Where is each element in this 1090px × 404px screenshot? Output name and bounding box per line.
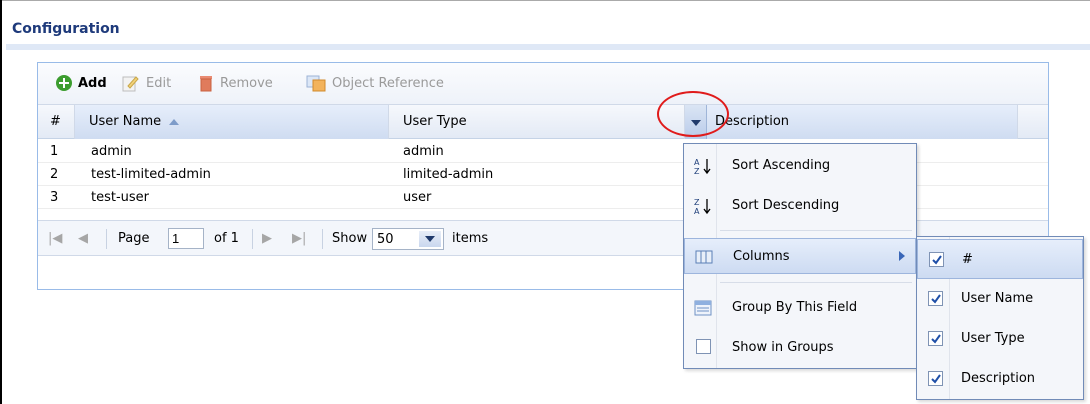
svg-text:Z: Z [694, 167, 700, 175]
user-name-cell: test-limited-admin [91, 167, 211, 182]
checkbox-checked-icon[interactable] [929, 252, 944, 267]
user-type-cell: user [403, 190, 432, 205]
column-header-label: # [50, 114, 61, 129]
column-header-user-name[interactable]: User Name [75, 105, 389, 139]
sort-ascending-icon: A Z [694, 158, 711, 175]
add-icon [56, 75, 72, 91]
trash-icon [200, 76, 212, 92]
edit-icon [122, 76, 139, 92]
grid-toolbar: Add Edit Remove Object Reference [38, 63, 1048, 105]
column-context-menu: A Z Sort Ascending Z A Sort Descending C… [683, 143, 917, 369]
submenu-arrow-icon [899, 251, 905, 261]
menu-item-label: Show in Groups [732, 340, 834, 355]
menu-item-columns[interactable]: Columns [684, 238, 916, 274]
column-header-label: User Type [403, 114, 467, 129]
menu-item-sort-descending[interactable]: Z A Sort Descending [684, 188, 916, 224]
column-menu-trigger-button[interactable] [685, 105, 707, 139]
edit-button[interactable]: Edit [122, 73, 171, 93]
items-per-page-value: 50 [377, 232, 394, 247]
row-number: 3 [50, 190, 59, 205]
column-header-description[interactable]: Description [685, 105, 1018, 139]
next-page-icon[interactable]: ▶ [262, 231, 272, 246]
object-reference-button[interactable]: Object Reference [306, 73, 444, 93]
remove-label: Remove [220, 75, 273, 91]
section-divider [6, 44, 1090, 50]
previous-page-icon[interactable]: ◀ [78, 231, 88, 246]
row-number: 2 [50, 167, 59, 182]
menu-item-label: Sort Ascending [732, 158, 831, 173]
object-reference-label: Object Reference [332, 75, 444, 91]
page-number-input[interactable] [168, 228, 204, 249]
remove-button[interactable]: Remove [198, 73, 273, 93]
menu-item-label: Group By This Field [732, 300, 858, 315]
menu-item-label: Sort Descending [732, 198, 840, 213]
column-header-user-type[interactable]: User Type [389, 105, 685, 139]
columns-icon [695, 250, 713, 264]
svg-text:Z: Z [694, 198, 700, 207]
menu-item-sort-ascending[interactable]: A Z Sort Ascending [684, 148, 916, 184]
checkbox-checked-icon[interactable] [928, 331, 943, 346]
submenu-item-user-name-column[interactable]: User Name [917, 279, 1083, 319]
show-in-groups-checkbox[interactable] [696, 339, 711, 354]
page-label: Page [118, 231, 150, 246]
menu-separator [720, 230, 912, 231]
object-reference-icon [306, 75, 326, 92]
grid-header: # User Name User Type Description [38, 105, 1048, 139]
frame-top-edge [0, 0, 1090, 1]
columns-submenu: # User Name User Type Description [916, 236, 1084, 400]
menu-separator [720, 282, 912, 283]
sort-descending-icon: Z A [694, 198, 711, 215]
submenu-item-label: User Type [961, 331, 1025, 346]
column-header-number[interactable]: # [38, 105, 75, 139]
edit-label: Edit [146, 75, 172, 91]
column-header-label: User Name [89, 114, 162, 129]
user-type-cell: admin [403, 144, 444, 159]
submenu-item-description-column[interactable]: Description [917, 359, 1083, 399]
column-header-label: Description [715, 114, 790, 129]
user-name-cell: test-user [91, 190, 150, 205]
submenu-item-number-column[interactable]: # [917, 239, 1083, 279]
pager-divider [106, 229, 107, 249]
submenu-item-user-type-column[interactable]: User Type [917, 319, 1083, 359]
menu-item-show-in-groups[interactable]: Show in Groups [684, 330, 916, 366]
menu-item-label: Columns [733, 249, 790, 264]
last-page-icon[interactable]: ▶| [292, 231, 306, 246]
row-number: 1 [50, 144, 59, 159]
section-title: Configuration [12, 21, 120, 37]
checkbox-checked-icon[interactable] [928, 291, 943, 306]
pager-divider [252, 229, 253, 249]
add-label: Add [78, 75, 107, 91]
add-button[interactable]: Add [56, 73, 107, 93]
pager-divider [322, 229, 323, 249]
show-label: Show [332, 231, 368, 246]
checkbox-checked-icon[interactable] [928, 371, 943, 386]
group-by-icon [694, 300, 712, 316]
page-count-label: of 1 [214, 231, 239, 246]
user-type-cell: limited-admin [403, 167, 494, 182]
submenu-item-label: User Name [961, 291, 1034, 306]
items-per-page-select[interactable]: 50 [372, 228, 444, 250]
frame-left-edge [0, 0, 2, 404]
chevron-down-icon [419, 231, 441, 247]
submenu-item-label: Description [961, 371, 1036, 386]
items-label: items [452, 231, 489, 246]
svg-text:A: A [694, 158, 700, 167]
submenu-item-label: # [962, 252, 973, 267]
first-page-icon[interactable]: |◀ [48, 231, 62, 246]
sort-ascending-indicator-icon [169, 118, 180, 125]
menu-item-group-by-field[interactable]: Group By This Field [684, 290, 916, 326]
user-name-cell: admin [91, 144, 132, 159]
svg-text:A: A [694, 207, 700, 215]
